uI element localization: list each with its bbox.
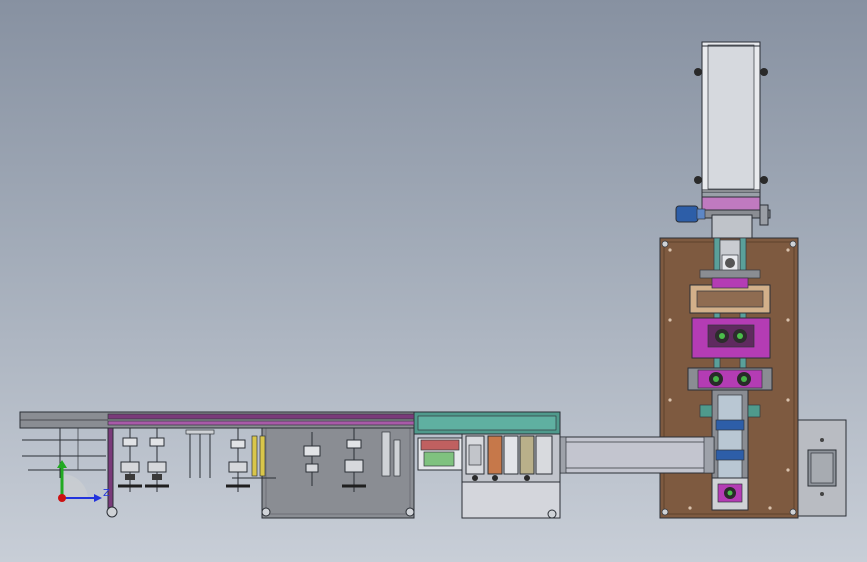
electrical-cabinet	[797, 419, 847, 517]
coordinate-triad-icon	[57, 460, 102, 502]
teal-top-cover	[413, 411, 561, 435]
machine-assembly-drawing: Z	[19, 41, 847, 519]
z-axis-label: Z	[103, 488, 110, 499]
left-tray-lines	[22, 428, 106, 478]
output-conveyor-belt	[557, 436, 715, 474]
bottom-drive-unit	[711, 477, 749, 511]
magenta-cutter-plate	[691, 317, 771, 359]
vertical-feeder-conveyor	[694, 41, 768, 199]
cad-viewport[interactable]: Z	[0, 0, 867, 562]
motor-icon	[675, 205, 706, 223]
roller-pair-assembly	[687, 367, 773, 391]
